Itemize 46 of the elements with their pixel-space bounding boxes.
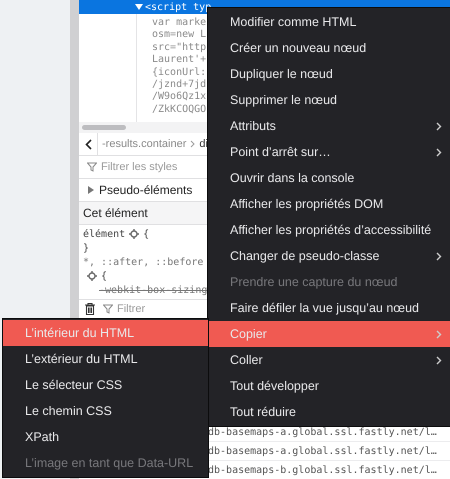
- rule-brace: {: [101, 270, 108, 282]
- code-line: src="http: [152, 42, 206, 54]
- rule-selector: élément: [83, 228, 126, 240]
- menu-item[interactable]: Supprimer le nœud: [208, 87, 450, 113]
- menu-item[interactable]: Coller: [208, 347, 450, 373]
- code-line: {iconUrl:: [152, 66, 206, 78]
- collapsed-arrow-icon[interactable]: [87, 186, 95, 194]
- expanded-arrow-icon[interactable]: [135, 3, 143, 11]
- code-line: /ZkKCOQGO: [152, 104, 206, 116]
- back-icon: [84, 138, 92, 150]
- menu-item[interactable]: Afficher les propriétés d’accessibilité: [208, 217, 450, 243]
- menu-item[interactable]: Dupliquer le nœud: [208, 61, 450, 87]
- menu-item[interactable]: Attributs: [208, 113, 450, 139]
- section-title: Cet élément: [83, 206, 148, 220]
- menu-item[interactable]: Changer de pseudo-classe: [208, 243, 450, 269]
- menu-item[interactable]: Créer un nouveau nœud: [208, 35, 450, 61]
- css-declaration: -webkit-box-sizing: [99, 284, 208, 296]
- menu-item[interactable]: XPath: [3, 424, 208, 450]
- menu-item[interactable]: L’extérieur du HTML: [3, 346, 208, 372]
- menu-item[interactable]: Tout réduire: [208, 399, 450, 425]
- request-url[interactable]: db-basemaps-a.global.ssl.fastly.net/l…: [208, 446, 437, 456]
- menu-item[interactable]: Le sélecteur CSS: [3, 372, 208, 398]
- request-url[interactable]: db-basemaps-a.global.ssl.fastly.net/l…: [208, 426, 437, 438]
- filter-icon: [87, 162, 97, 172]
- request-url[interactable]: db-basemaps-b.global.ssl.fastly.net/l…: [208, 464, 437, 476]
- code-line: var marke: [152, 17, 206, 28]
- breadcrumb-separator-icon: [190, 140, 196, 148]
- menu-item[interactable]: Ouvrir dans la console: [208, 165, 450, 191]
- code-line: Laurent'+: [152, 54, 206, 66]
- menu-item[interactable]: Modifier comme HTML: [208, 9, 450, 35]
- rule-brace: }: [83, 242, 90, 254]
- menu-item[interactable]: Faire défiler la vue jusqu’au nœud: [208, 295, 450, 321]
- trash-icon[interactable]: [85, 303, 95, 315]
- filter-icon: [103, 304, 113, 314]
- rule-selector: *, ::after, ::before: [83, 256, 204, 268]
- menu-item[interactable]: Point d’arrêt sur…: [208, 139, 450, 165]
- rule-brace: {: [143, 228, 150, 240]
- breadcrumb-item[interactable]: di: [199, 138, 208, 150]
- menu-item[interactable]: Le chemin CSS: [3, 398, 208, 424]
- breadcrumb-item[interactable]: -results.container: [102, 138, 186, 150]
- code-line: osm=new L: [152, 29, 206, 41]
- menu-item[interactable]: Afficher les propriétés DOM: [208, 191, 450, 217]
- code-line: /jznd+7jd: [152, 79, 206, 90]
- scrollbar-thumb[interactable]: [82, 125, 126, 130]
- code-line: /W9o6Qz1x: [152, 91, 206, 103]
- menu-item[interactable]: Tout développer: [208, 373, 450, 399]
